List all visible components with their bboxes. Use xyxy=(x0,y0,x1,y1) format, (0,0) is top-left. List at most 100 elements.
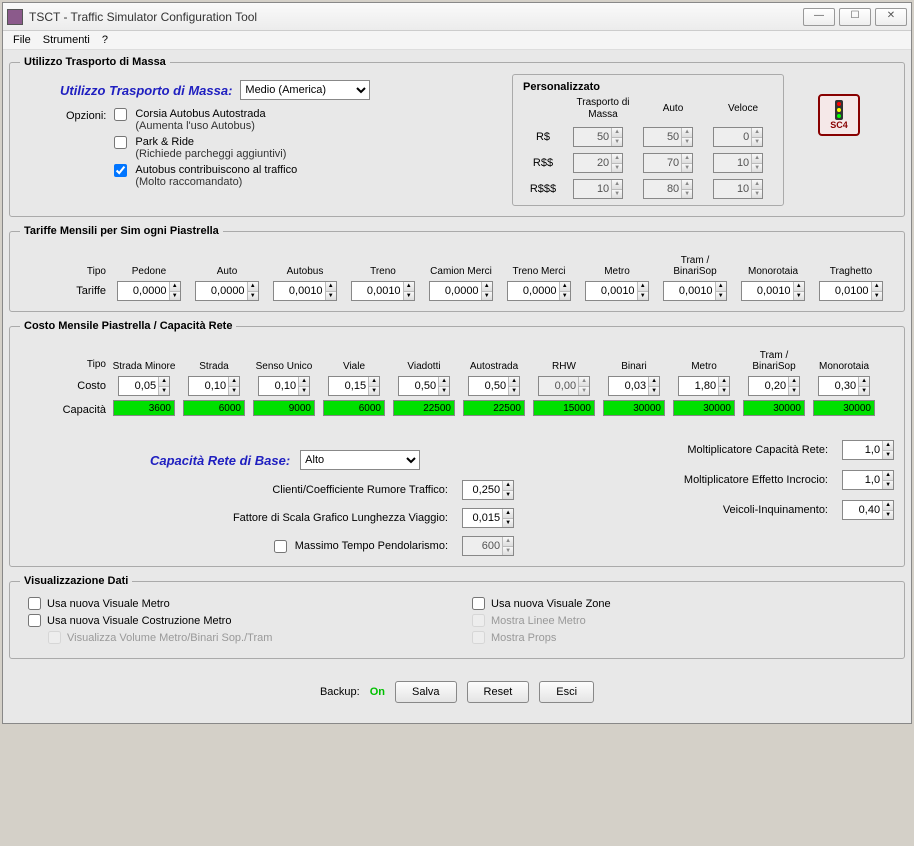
cost-hdr: Metro xyxy=(691,346,717,372)
tariffe-hdr: Traghetto xyxy=(830,251,872,277)
minimize-button[interactable]: — xyxy=(803,8,835,26)
tariffe-type: Tipo xyxy=(87,251,106,277)
cost-label: Costo xyxy=(77,376,106,396)
cost-spin[interactable]: ▲▼ xyxy=(328,376,380,396)
footer: Backup: On Salva Reset Esci xyxy=(9,667,905,717)
mult-cap-spin[interactable]: ▲▼ xyxy=(842,440,894,460)
maximize-button[interactable]: ☐ xyxy=(839,8,871,26)
base-cap-label: Capacità Rete di Base: xyxy=(150,453,290,468)
app-window: TSCT - Traffic Simulator Configuration T… xyxy=(2,2,912,724)
col-mass: Trasporto di Massa xyxy=(573,97,633,121)
mass-title: Utilizzo Trasporto di Massa: xyxy=(60,83,232,98)
opt-park-ride-sub: (Richiede parcheggi aggiuntivi) xyxy=(135,148,502,160)
exit-button[interactable]: Esci xyxy=(539,681,594,703)
tariffe-spin[interactable]: ▲▼ xyxy=(585,281,649,301)
tariffe-spin[interactable]: ▲▼ xyxy=(741,281,805,301)
base-cap-select[interactable]: Alto xyxy=(300,450,420,470)
opt-bus-traffic-checkbox[interactable] xyxy=(114,164,127,177)
commute-label: Massimo Tempo Pendolarismo: xyxy=(295,540,454,552)
tariffe-spin[interactable]: ▲▼ xyxy=(195,281,259,301)
backup-status: On xyxy=(370,686,385,698)
spin-r3c2[interactable]: ▲▼ xyxy=(643,179,693,199)
custom-title: Personalizzato xyxy=(523,81,773,93)
menu-help[interactable]: ? xyxy=(102,34,108,46)
row-r3: R$$$ xyxy=(523,183,563,195)
scale-spin[interactable]: ▲▼ xyxy=(462,508,514,528)
spin-r2c3[interactable]: ▲▼ xyxy=(713,153,763,173)
tariffe-spin[interactable]: ▲▼ xyxy=(663,281,727,301)
cost-spin[interactable]: ▲▼ xyxy=(398,376,450,396)
options-label: Opzioni: xyxy=(66,108,106,122)
menu-tools[interactable]: Strumenti xyxy=(43,34,90,46)
tariffe-spin[interactable]: ▲▼ xyxy=(273,281,337,301)
vis-group: Visualizzazione Dati Usa nuova Visuale M… xyxy=(9,575,905,659)
tariffe-spin[interactable]: ▲▼ xyxy=(819,281,883,301)
spin-r2c1[interactable]: ▲▼ xyxy=(573,153,623,173)
cost-group: Costo Mensile Piastrella / Capacità Rete… xyxy=(9,320,905,567)
pollution-spin[interactable]: ▲▼ xyxy=(842,500,894,520)
cost-hdr: Strada xyxy=(199,346,228,372)
tariffe-spin[interactable]: ▲▼ xyxy=(429,281,493,301)
spin-r1c2[interactable]: ▲▼ xyxy=(643,127,693,147)
mult-cap-label: Moltiplicatore Capacità Rete: xyxy=(687,444,834,456)
cost-spin[interactable]: ▲▼ xyxy=(538,376,590,396)
chk-metro-build[interactable] xyxy=(28,614,41,627)
cost-spin[interactable]: ▲▼ xyxy=(118,376,170,396)
cost-spin[interactable]: ▲▼ xyxy=(748,376,800,396)
opt-bus-lane-checkbox[interactable] xyxy=(114,108,127,121)
spin-r2c2[interactable]: ▲▼ xyxy=(643,153,693,173)
spin-r1c1[interactable]: ▲▼ xyxy=(573,127,623,147)
save-button[interactable]: Salva xyxy=(395,681,457,703)
sc4-logo: SC4 xyxy=(818,94,860,136)
commute-spin[interactable]: ▲▼ xyxy=(462,536,514,556)
reset-button[interactable]: Reset xyxy=(467,681,530,703)
opt-park-ride-checkbox[interactable] xyxy=(114,136,127,149)
capacity-value: 6000 xyxy=(183,400,245,416)
mult-inter-label: Moltiplicatore Effetto Incrocio: xyxy=(684,474,834,486)
noise-spin[interactable]: ▲▼ xyxy=(462,480,514,500)
custom-box: Personalizzato Trasporto di Massa Auto V… xyxy=(512,74,784,206)
cost-spin[interactable]: ▲▼ xyxy=(468,376,520,396)
chk-show-lines xyxy=(472,614,485,627)
spin-r1c3[interactable]: ▲▼ xyxy=(713,127,763,147)
opt-bus-traffic-sub: (Molto raccomandato) xyxy=(135,176,502,188)
col-auto: Auto xyxy=(643,103,703,115)
tariffe-group: Tariffe Mensili per Sim ogni Piastrella … xyxy=(9,225,905,312)
scale-label: Fattore di Scala Grafico Lunghezza Viagg… xyxy=(233,512,454,524)
capacity-value: 9000 xyxy=(253,400,315,416)
chk-zone-view[interactable] xyxy=(472,597,485,610)
tariffe-spin[interactable]: ▲▼ xyxy=(507,281,571,301)
tariffe-legend: Tariffe Mensili per Sim ogni Piastrella xyxy=(20,225,223,237)
pollution-label: Veicoli-Inquinamento: xyxy=(723,504,834,516)
col-speed: Veloce xyxy=(713,103,773,115)
cost-spin[interactable]: ▲▼ xyxy=(818,376,870,396)
commute-checkbox[interactable] xyxy=(274,540,287,553)
capacity-value: 30000 xyxy=(813,400,875,416)
row-r2: R$$ xyxy=(523,157,563,169)
capacity-value: 22500 xyxy=(463,400,525,416)
cost-hdr: RHW xyxy=(552,346,576,372)
capacity-value: 6000 xyxy=(323,400,385,416)
menu-file[interactable]: File xyxy=(13,34,31,46)
mass-select[interactable]: Medio (America) xyxy=(240,80,370,100)
tariffe-spin[interactable]: ▲▼ xyxy=(117,281,181,301)
tariffe-spin[interactable]: ▲▼ xyxy=(351,281,415,301)
spin-r3c1[interactable]: ▲▼ xyxy=(573,179,623,199)
mult-inter-spin[interactable]: ▲▼ xyxy=(842,470,894,490)
close-button[interactable]: ✕ xyxy=(875,8,907,26)
app-icon xyxy=(7,9,23,25)
mass-legend: Utilizzo Trasporto di Massa xyxy=(20,56,170,68)
capacity-value: 15000 xyxy=(533,400,595,416)
cost-spin[interactable]: ▲▼ xyxy=(258,376,310,396)
chk-metro-view[interactable] xyxy=(28,597,41,610)
cost-spin[interactable]: ▲▼ xyxy=(188,376,240,396)
opt-park-ride-label: Park & Ride xyxy=(135,136,502,148)
spin-r3c3[interactable]: ▲▼ xyxy=(713,179,763,199)
cap-label: Capacità xyxy=(63,402,106,418)
cost-hdr: Monorotaia xyxy=(819,346,869,372)
chk-show-volume xyxy=(48,631,61,644)
cost-hdr: Binari xyxy=(621,346,647,372)
cost-spin[interactable]: ▲▼ xyxy=(678,376,730,396)
mass-transit-group: Utilizzo Trasporto di Massa Utilizzo Tra… xyxy=(9,56,905,217)
cost-spin[interactable]: ▲▼ xyxy=(608,376,660,396)
